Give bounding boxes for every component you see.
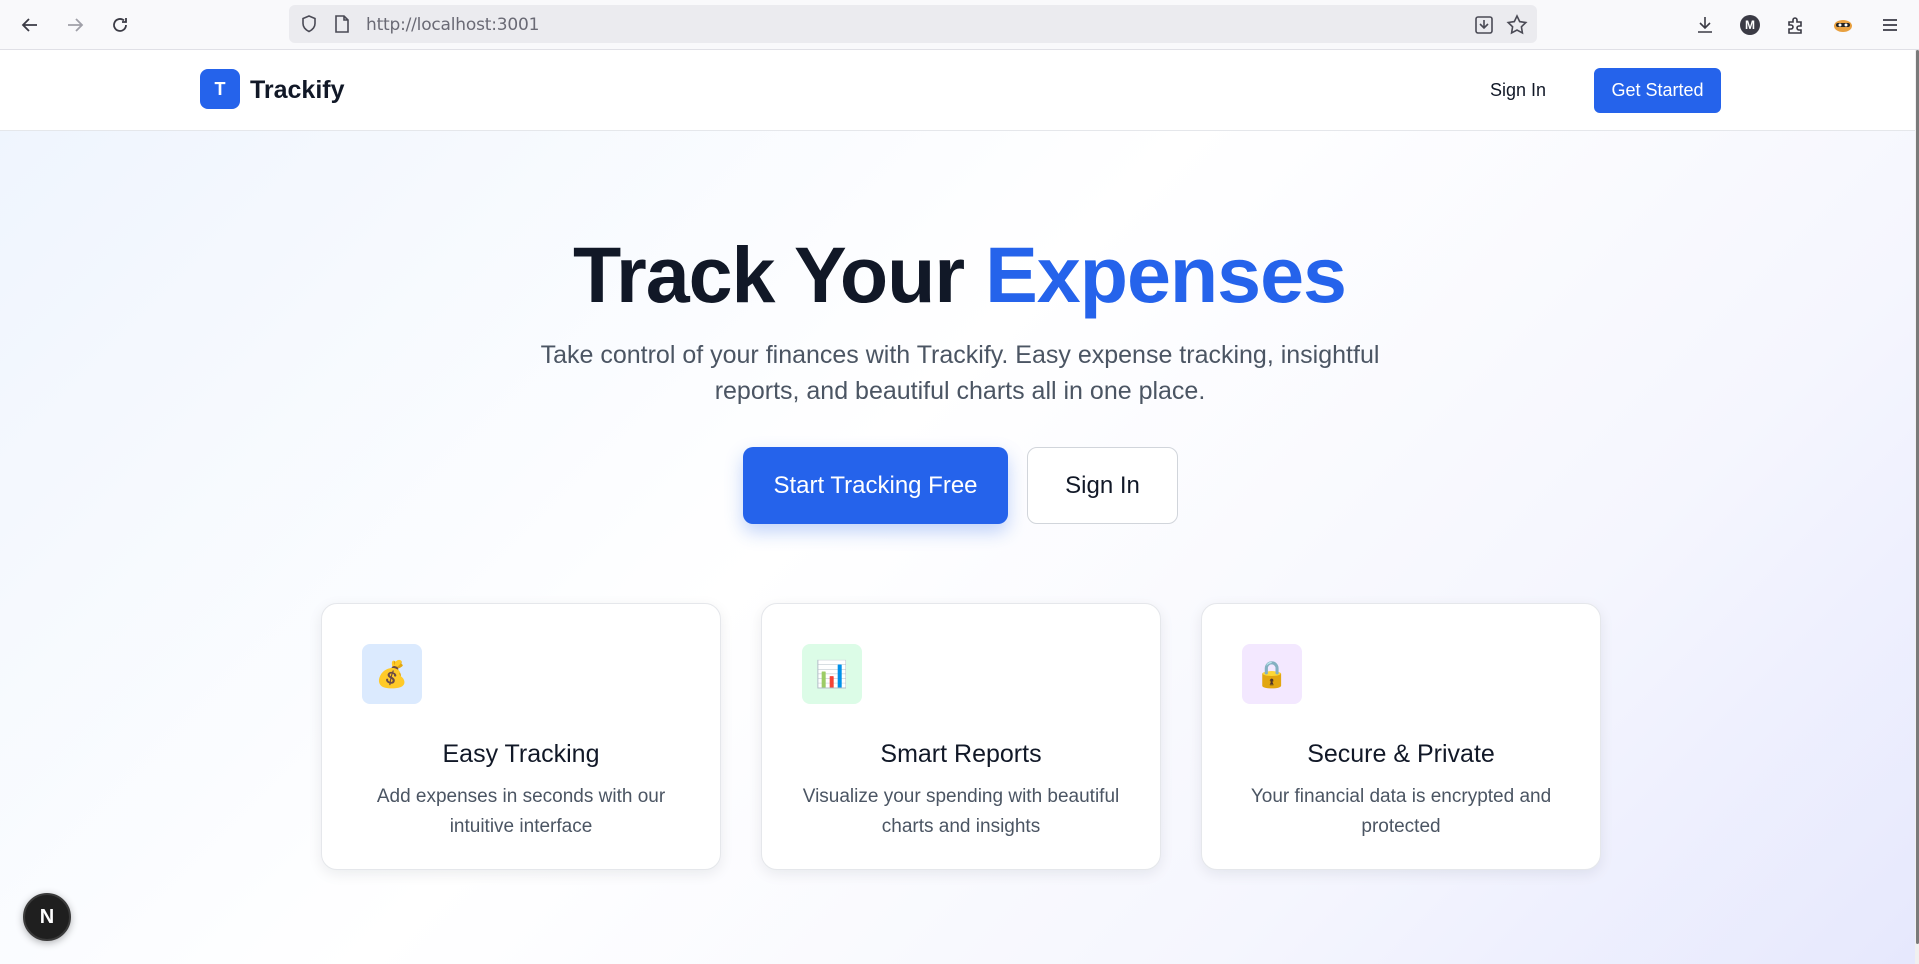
lock-icon: 🔒 (1242, 644, 1302, 704)
extensions-icon[interactable] (1780, 10, 1810, 40)
shield-icon[interactable] (299, 14, 319, 34)
extension-fox-icon[interactable] (1828, 10, 1858, 40)
forward-icon[interactable] (60, 10, 90, 40)
hero-title: Track Your Expenses (0, 230, 1919, 320)
feature-description: Your financial data is encrypted and pro… (1250, 786, 1552, 837)
account-icon[interactable]: M (1735, 10, 1765, 40)
feature-title: Smart Reports (880, 740, 1042, 768)
page-body: T Trackify Sign In Get Started Track You… (0, 50, 1915, 964)
feature-description: Add expenses in seconds with our intuiti… (376, 786, 666, 837)
browser-toolbar: http://localhost:3001 M (0, 0, 1919, 50)
hero-signin-button[interactable]: Sign In (1027, 447, 1178, 524)
menu-icon[interactable] (1875, 10, 1905, 40)
hero-subtitle: Take control of your finances with Track… (540, 341, 1380, 405)
save-page-icon[interactable] (1473, 14, 1495, 36)
header-signin-link[interactable]: Sign In (1490, 80, 1546, 101)
logo-icon[interactable]: T (200, 69, 240, 109)
bookmark-star-icon[interactable] (1505, 13, 1529, 37)
address-bar[interactable]: http://localhost:3001 (289, 5, 1537, 43)
bar-chart-icon: 📊 (802, 644, 862, 704)
feature-card-secure-private: 🔒 Secure & Private Your financial data i… (1201, 603, 1601, 870)
url-text[interactable]: http://localhost:3001 (366, 15, 539, 35)
hero-title-accent: Expenses (985, 230, 1347, 319)
back-icon[interactable] (15, 10, 45, 40)
reload-icon[interactable] (105, 10, 135, 40)
page-icon[interactable] (333, 14, 351, 34)
site-header: T Trackify Sign In Get Started (0, 50, 1915, 131)
brand-name[interactable]: Trackify (250, 76, 345, 105)
start-tracking-button[interactable]: Start Tracking Free (743, 447, 1008, 524)
feature-title: Secure & Private (1307, 740, 1495, 768)
url-port: :3001 (491, 15, 540, 35)
money-bag-icon: 💰 (362, 644, 422, 704)
feature-title: Easy Tracking (442, 740, 600, 768)
feature-card-easy-tracking: 💰 Easy Tracking Add expenses in seconds … (321, 603, 721, 870)
downloads-icon[interactable] (1690, 10, 1720, 40)
url-host: http://localhost (366, 15, 492, 35)
get-started-button[interactable]: Get Started (1594, 68, 1721, 113)
nextjs-dev-badge[interactable]: N (23, 893, 71, 941)
feature-description: Visualize your spending with beautiful c… (802, 786, 1120, 837)
account-avatar: M (1740, 15, 1760, 35)
feature-card-smart-reports: 📊 Smart Reports Visualize your spending … (761, 603, 1161, 870)
hero-title-main: Track Your (573, 230, 986, 319)
